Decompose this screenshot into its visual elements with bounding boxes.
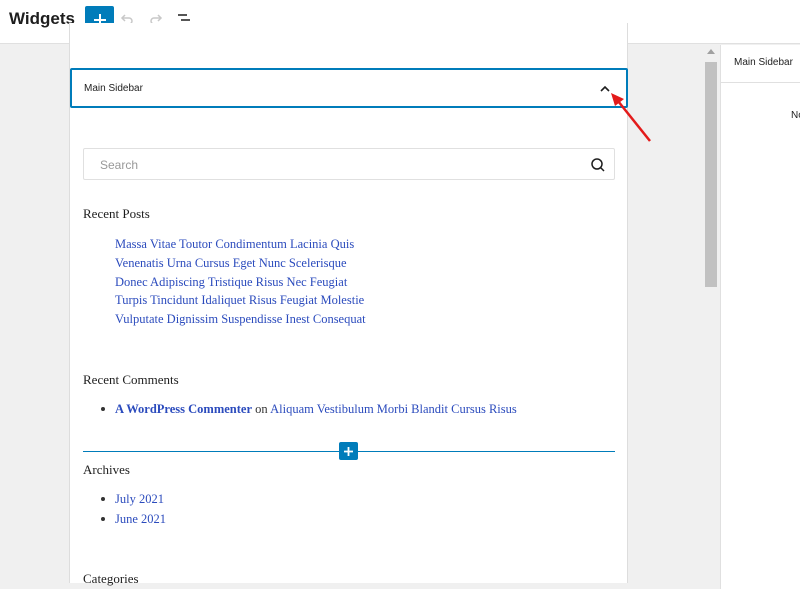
widget-area-title: Main Sidebar (84, 83, 143, 94)
archive-item[interactable]: June 2021 (101, 510, 166, 530)
search-button[interactable] (590, 157, 606, 173)
sidebar-divider (721, 82, 800, 83)
comment-item: A WordPress Commenter on Aliquam Vestibu… (101, 400, 517, 420)
recent-posts-list: Massa Vitae Toutor Condimentum Lacinia Q… (115, 235, 366, 329)
collapse-toggle[interactable] (598, 82, 612, 96)
settings-sidebar: Main Sidebar No (720, 45, 800, 589)
comment-post-link[interactable]: Aliquam Vestibulum Morbi Blandit Cursus … (270, 402, 517, 416)
widget-area-header[interactable]: Main Sidebar (70, 68, 628, 108)
sidebar-note: No (791, 110, 800, 121)
archives-title: Archives (83, 462, 130, 477)
archives-list: July 2021 June 2021 (101, 490, 166, 529)
post-link[interactable]: Donec Adipiscing Tristique Risus Nec Feu… (115, 273, 366, 292)
chevron-up-icon (600, 85, 610, 92)
categories-title: Categories (83, 571, 139, 586)
comment-connector: on (255, 402, 268, 416)
post-link[interactable]: Massa Vitae Toutor Condimentum Lacinia Q… (115, 235, 366, 254)
comment-author-link[interactable]: A WordPress Commenter (115, 402, 252, 416)
block-inserter-button[interactable] (339, 442, 358, 460)
search-input[interactable] (92, 155, 572, 175)
post-link[interactable]: Venenatis Urna Cursus Eget Nunc Sceleris… (115, 254, 366, 273)
recent-posts-title: Recent Posts (83, 206, 150, 221)
recent-comments-title: Recent Comments (83, 372, 179, 387)
plus-icon (344, 446, 353, 456)
search-widget (83, 148, 615, 180)
sidebar-tab-main-sidebar[interactable]: Main Sidebar (734, 57, 793, 68)
page-title: Widgets (9, 9, 75, 28)
recent-comments-list: A WordPress Commenter on Aliquam Vestibu… (101, 400, 517, 420)
archive-item[interactable]: July 2021 (101, 490, 166, 510)
search-icon (591, 158, 605, 172)
scrollbar-thumb[interactable] (705, 62, 717, 287)
scroll-up-icon[interactable] (706, 47, 716, 55)
post-link[interactable]: Vulputate Dignissim Suspendisse Inest Co… (115, 310, 366, 329)
post-link[interactable]: Turpis Tincidunt Idaliquet Risus Feugiat… (115, 291, 366, 310)
